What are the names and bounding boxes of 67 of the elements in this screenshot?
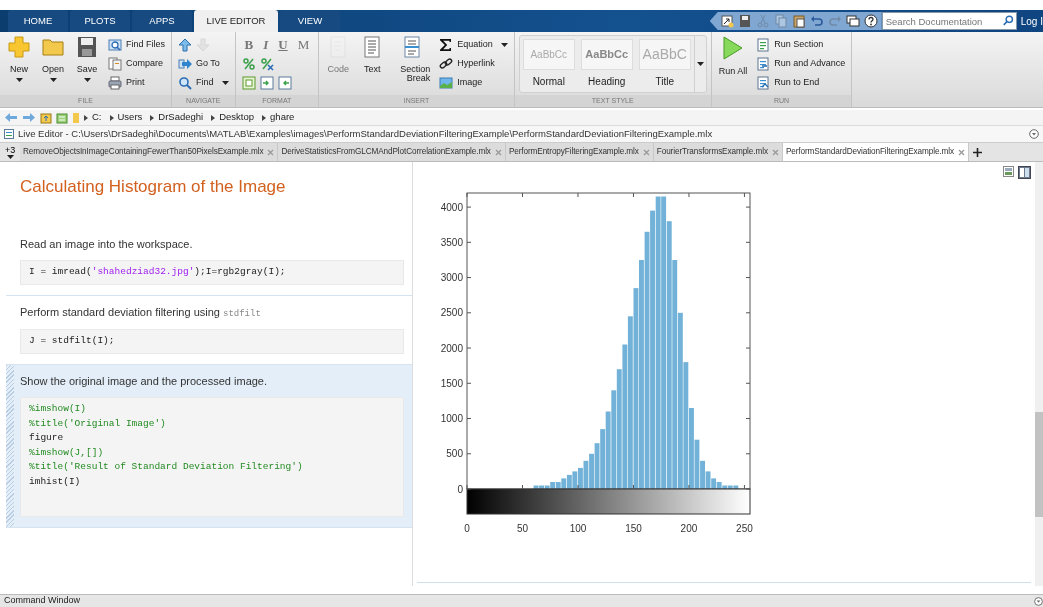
x-tick-label: 150: [625, 523, 642, 534]
y-tick-label: 2500: [440, 307, 463, 319]
x-tick-label: 100: [569, 523, 587, 534]
y-tick-label: 2000: [440, 342, 463, 354]
toolbar-button[interactable]: Hyperlink: [437, 54, 497, 73]
ribbon-tab[interactable]: HOME: [8, 10, 68, 32]
style-label: Title: [655, 75, 674, 89]
ribbon-tab[interactable]: LIVE EDITOR: [194, 10, 278, 32]
toolbar-button[interactable]: Save: [72, 35, 102, 95]
breadcrumb-item[interactable]: C:: [92, 110, 102, 125]
toolbar-button[interactable]: Print: [106, 73, 147, 92]
style-label: Normal: [532, 75, 565, 89]
toolbar-button[interactable]: Run and Advance: [754, 54, 848, 73]
y-tick-label: 500: [446, 448, 463, 460]
x-tick-label: 200: [680, 523, 698, 534]
document-tab[interactable]: PerformEntropyFilteringExample.mlx: [505, 143, 654, 161]
body-text: Read an image into the workspace.: [20, 236, 194, 252]
toolbar-button[interactable]: Run Section: [754, 35, 826, 54]
toolbar-button[interactable]: Find: [176, 73, 231, 92]
document-tab[interactable]: PerformStandardDeviationFilteringExample.mlx: [782, 143, 969, 161]
x-tick-label: 50: [516, 523, 529, 534]
breadcrumb-item[interactable]: ghare: [270, 110, 295, 125]
ribbon-tab[interactable]: PLOTS: [70, 10, 130, 32]
code-line: %imshow(J,[]): [29, 445, 105, 460]
toolbar-button[interactable]: New: [4, 35, 34, 95]
code-line: %imshow(I): [29, 402, 87, 416]
login-link[interactable]: Log I: [1016, 13, 1043, 29]
editor-title: Live Editor - C:\Users\DrSadeghi\Documents\MATLAB\Examples\images\PerformStandardDeviationFilteringExample\PerformStandardDeviationFilteringExample.mlx: [18, 126, 714, 141]
toolbar-button[interactable]: Run All: [715, 35, 751, 95]
breadcrumb-item[interactable]: Users: [117, 110, 143, 125]
y-tick-label: 1500: [440, 377, 463, 389]
code-line: J = stdfilt(I);: [29, 334, 116, 348]
style-label: Heading: [588, 75, 626, 89]
tab-overflow-button[interactable]: +3: [0, 143, 20, 161]
code-line: I = imread('shahedziad32.jpg');I=rgb2gray(I);: [29, 265, 287, 279]
breadcrumb-item[interactable]: DrSadeghi: [158, 110, 204, 125]
code-line: %title('Original Image'): [29, 416, 167, 431]
toolbar-button[interactable]: Go To: [176, 54, 222, 73]
toolbar-button[interactable]: Image: [437, 73, 485, 92]
section-heading: Calculating Histogram of the Image: [20, 176, 287, 198]
ribbon-tab[interactable]: APPS: [132, 10, 192, 32]
code-line: %title('Result of Standard Deviation Filtering'): [29, 460, 304, 474]
toolbar-button[interactable]: Find Files: [106, 35, 167, 54]
body-text: Show the original image and the processed image.: [20, 373, 269, 389]
toolbar-button[interactable]: Compare: [106, 54, 165, 73]
code-line: imhist(I): [29, 474, 82, 489]
toolbar-button[interactable]: Equation: [437, 35, 510, 54]
y-tick-label: 0: [457, 483, 463, 495]
document-tab[interactable]: RemoveObjectsInImageContainingFewerThan50PixelsExample.mlx: [20, 143, 279, 161]
toolbar-button[interactable]: Open: [38, 35, 68, 95]
body-text: Perform standard deviation filtering using stdfilt: [20, 304, 262, 321]
breadcrumb-item[interactable]: Desktop: [219, 110, 255, 125]
document-tab[interactable]: FourierTransformsExample.mlx: [653, 143, 783, 161]
y-tick-label: 4000: [440, 201, 463, 213]
y-tick-label: 1000: [440, 413, 463, 424]
document-tab[interactable]: DeriveStatisticsFromGLCMAndPlotCorrelationExample.mlx: [278, 143, 506, 161]
code-line: figure: [29, 431, 65, 445]
x-tick-label: 0: [464, 523, 470, 534]
y-tick-label: 3500: [440, 236, 463, 248]
toolbar-button[interactable]: Text: [357, 35, 388, 95]
x-tick-label: 250: [736, 523, 753, 534]
toolbar-button[interactable]: Run to End: [754, 73, 822, 92]
y-tick-label: 3000: [440, 272, 463, 284]
panel-title: Command Window: [4, 594, 82, 607]
toolbar-button[interactable]: Section Break: [391, 35, 434, 95]
ribbon-tab[interactable]: VIEW: [280, 10, 340, 32]
search-field[interactable]: Search Documentation: [881, 12, 1017, 30]
